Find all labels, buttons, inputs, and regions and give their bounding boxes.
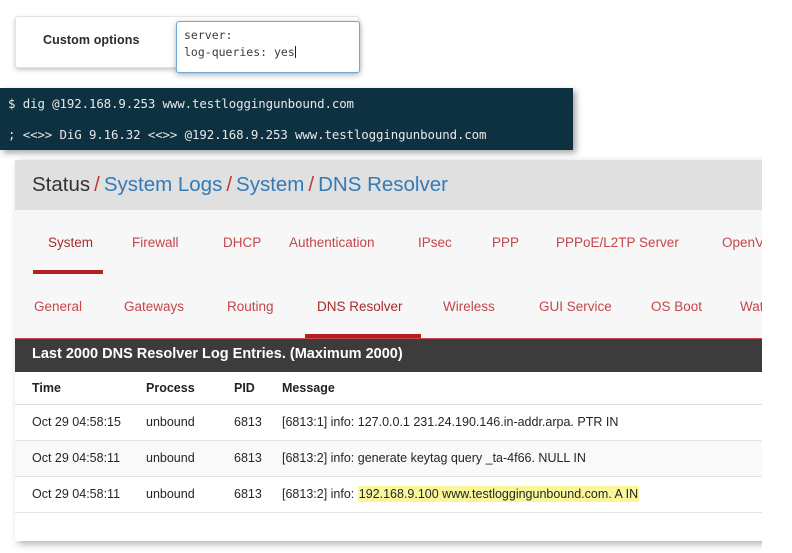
text-cursor	[294, 46, 296, 58]
tab-general[interactable]: General	[34, 299, 82, 314]
log-panel-title-bar: Last 2000 DNS Resolver Log Entries. (Max…	[15, 339, 777, 372]
log-panel-title: Last 2000 DNS Resolver Log Entries. (Max…	[32, 346, 403, 362]
tab-gateways[interactable]: Gateways	[124, 299, 184, 314]
log-process: unbound	[146, 415, 195, 429]
column-header-message[interactable]: Message	[282, 381, 335, 395]
pfsense-page: Status / System Logs / System / DNS Resolver S…	[15, 160, 777, 541]
breadcrumb-link-dns-resolver[interactable]: DNS Resolver	[318, 173, 448, 196]
table-row: Oct 29 04:58:15 unbound 6813 [6813:1] info:…	[15, 405, 777, 441]
tab-wireless[interactable]: Wireless	[443, 299, 495, 314]
breadcrumb-link-system[interactable]: System	[236, 173, 304, 196]
log-time: Oct 29 04:58:11	[32, 487, 121, 501]
tab-os-boot[interactable]: OS Boot	[651, 299, 702, 314]
tab-dns-resolver[interactable]: DNS Resolver	[317, 299, 403, 314]
log-process: unbound	[146, 451, 195, 465]
breadcrumb-separator-3: /	[308, 173, 315, 196]
tab-authentication[interactable]: Authentication	[289, 235, 375, 250]
column-header-process[interactable]: Process	[146, 381, 195, 395]
breadcrumb-link-system-logs[interactable]: System Logs	[104, 173, 223, 196]
breadcrumb-bar: Status / System Logs / System / DNS Resolver	[15, 160, 777, 210]
log-table-header-row: Time Process PID Message	[15, 372, 777, 405]
breadcrumb-separator-1: /	[94, 173, 100, 196]
log-pid: 6813	[234, 487, 262, 501]
custom-options-textarea[interactable]: server: log-queries: yes	[176, 21, 360, 73]
breadcrumb-root: Status	[32, 173, 91, 196]
log-message-text: [6813:1] info: 127.0.0.1 231.24.190.146.…	[282, 415, 619, 429]
tab-dhcp[interactable]: DHCP	[223, 235, 261, 250]
custom-options-line-2: log-queries: yes	[184, 45, 295, 59]
log-pid: 6813	[234, 451, 262, 465]
tab-ipsec[interactable]: IPsec	[418, 235, 452, 250]
breadcrumb-separator-2: /	[226, 173, 233, 196]
screenshot-root: Custom options server: log-queries: yes $…	[0, 0, 792, 553]
tab-gui-service[interactable]: GUI Service	[539, 299, 612, 314]
custom-options-label: Custom options	[43, 33, 140, 47]
active-tab-underline-secondary	[305, 334, 421, 338]
column-header-pid[interactable]: PID	[234, 381, 255, 395]
tab-system[interactable]: System	[48, 235, 93, 250]
table-row: Oct 29 04:58:11 unbound 6813 [6813:2] info:…	[15, 441, 777, 477]
primary-tab-bar: System Firewall DHCP Authentication IPsec PPP…	[15, 210, 777, 275]
log-message: [6813:2] info: 192.168.9.100 www.testlog…	[282, 486, 640, 502]
log-message: [6813:2] info: generate keytag query _ta…	[282, 451, 586, 465]
custom-options-line-1: server:	[184, 28, 233, 42]
log-table-body: Oct 29 04:58:15 unbound 6813 [6813:1] info:…	[15, 405, 777, 513]
log-time: Oct 29 04:58:15	[32, 415, 121, 429]
log-message-text: [6813:2] info: generate keytag query _ta…	[282, 451, 586, 465]
table-row: Oct 29 04:58:11 unbound 6813 [6813:2] info:…	[15, 477, 777, 513]
tab-routing[interactable]: Routing	[227, 299, 274, 314]
log-message-highlight: 192.168.9.100 www.testloggingunbound.com…	[357, 486, 640, 502]
tab-ppp[interactable]: PPP	[492, 235, 519, 250]
secondary-tab-bar: General Gateways Routing DNS Resolver Wirele…	[15, 274, 777, 339]
tab-firewall[interactable]: Firewall	[132, 235, 179, 250]
column-header-time[interactable]: Time	[32, 381, 61, 395]
tab-pppoe-l2tp-server[interactable]: PPPoE/L2TP Server	[556, 235, 679, 250]
log-message-text: [6813:2] info:	[282, 487, 358, 501]
terminal-prompt-line: $ dig @192.168.9.253 www.testloggingunbo…	[8, 96, 354, 111]
log-pid: 6813	[234, 415, 262, 429]
log-table: Time Process PID Message Oct 29 04:58:15 unb…	[15, 372, 777, 513]
log-process: unbound	[146, 487, 195, 501]
terminal-output-line: ; <<>> DiG 9.16.32 <<>> @192.168.9.253 w…	[8, 127, 487, 142]
terminal-window[interactable]: $ dig @192.168.9.253 www.testloggingunbo…	[0, 88, 573, 150]
log-time: Oct 29 04:58:11	[32, 451, 121, 465]
log-message: [6813:1] info: 127.0.0.1 231.24.190.146.…	[282, 415, 618, 429]
page-clip-mask	[762, 0, 792, 553]
breadcrumb: Status / System Logs / System / DNS Resolver	[32, 172, 448, 198]
